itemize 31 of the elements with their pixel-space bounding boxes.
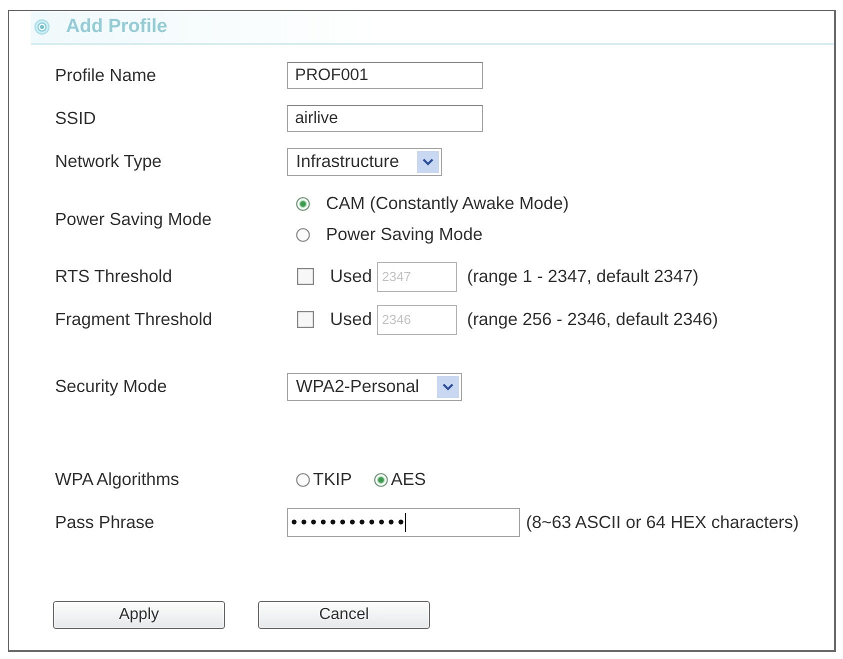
text-field[interactable]: airlive: [287, 105, 483, 132]
dropdown[interactable]: WPA2-Personal: [287, 372, 462, 400]
radio-label[interactable]: Power Saving Mode: [326, 224, 483, 245]
panel-title: Add Profile: [66, 16, 168, 38]
field-label: Pass Phrase: [55, 512, 154, 533]
radio-label[interactable]: TKIP: [313, 469, 352, 490]
radio-label[interactable]: AES: [390, 469, 426, 490]
radio-button[interactable]: [296, 472, 310, 486]
field-label: Fragment Threshold: [55, 309, 212, 330]
radio-button[interactable]: [374, 472, 388, 486]
apply-button[interactable]: Apply: [53, 601, 225, 629]
text-field[interactable]: PROF001: [287, 62, 483, 89]
hint-text: (range 1 - 2347, default 2347): [467, 266, 699, 287]
ring-icon: [34, 19, 50, 35]
radio-button[interactable]: [296, 228, 310, 242]
field-label: RTS Threshold: [55, 266, 172, 287]
hint-text: (8~63 ASCII or 64 HEX characters): [526, 512, 799, 533]
radio-button[interactable]: [296, 196, 310, 210]
password-field[interactable]: ••••••••••••: [287, 508, 520, 537]
chevron-down-icon: [437, 376, 460, 398]
cancel-button[interactable]: Cancel: [258, 601, 430, 629]
hint-text: (range 256 - 2346, default 2346): [467, 309, 718, 330]
field-label: Profile Name: [55, 65, 156, 86]
chevron-down-icon: [417, 150, 440, 172]
field-label: WPA Algorithms: [55, 469, 180, 490]
dropdown[interactable]: Infrastructure: [287, 148, 442, 176]
radio-label[interactable]: CAM (Constantly Awake Mode): [326, 193, 569, 214]
field-label: SSID: [55, 108, 96, 129]
field-label: Power Saving Mode: [55, 208, 212, 230]
field-label: Network Type: [55, 151, 162, 172]
field-label: Security Mode: [55, 376, 167, 397]
